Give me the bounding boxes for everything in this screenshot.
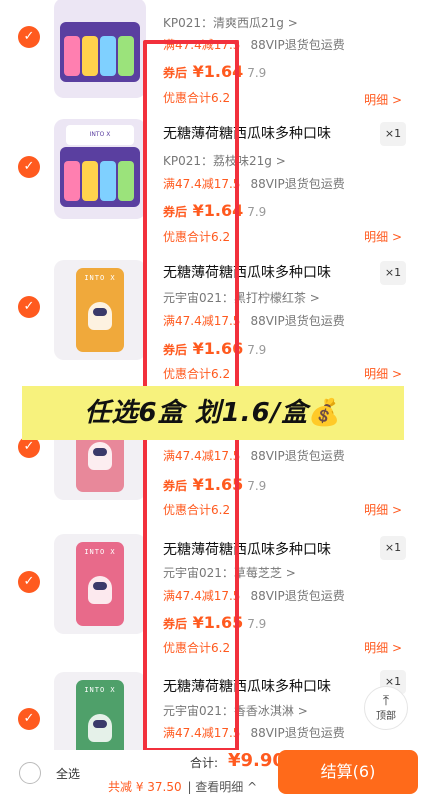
cart-item: ✓ KP021：清爽西瓜21g > 满47.4减17.5 88VIP退货包运费 券… (0, 0, 424, 107)
back-to-top-button[interactable]: ⤒ 顶部 (364, 686, 408, 730)
product-thumbnail[interactable] (54, 0, 146, 98)
checkout-bar: 全选 合计: ¥9.90 共减 ¥ 37.50 | 查看明细 ^ 结算(6) (0, 750, 424, 800)
item-checkbox[interactable]: ✓ (18, 296, 40, 318)
after-coupon-price: 券后 ¥1.64 7.9 (163, 201, 267, 220)
item-title[interactable]: 无糖薄荷糖西瓜味多种口味 (163, 123, 331, 143)
detail-link[interactable]: 明细 > (364, 365, 402, 382)
discount-total: 优惠合计6.2 (163, 230, 231, 244)
item-variant[interactable]: KP021：荔枝味21g > (163, 152, 286, 169)
back-to-top-label: 顶部 (376, 711, 396, 722)
detail-link[interactable]: 明细 > (364, 91, 402, 108)
item-checkbox[interactable]: ✓ (18, 26, 40, 48)
product-thumbnail[interactable]: INTO X (54, 534, 146, 634)
after-coupon-price: 券后 ¥1.64 7.9 (163, 62, 267, 81)
detail-link[interactable]: 明细 > (364, 639, 402, 656)
detail-link[interactable]: 明细 > (364, 501, 402, 518)
product-thumbnail[interactable]: INTO X (54, 119, 146, 219)
cart-item: ✓ INTO X 无糖薄荷糖西瓜味多种口味 ×1 元宇宙021：黑打柠檬红茶 >… (0, 254, 424, 390)
checkout-button[interactable]: 结算(6) (278, 750, 418, 794)
savings-line: 共减 ¥ 37.50 | 查看明细 ^ (108, 778, 257, 795)
discount-total: 优惠合计6.2 (163, 641, 231, 655)
item-variant[interactable]: 元宇宙021：香香冰淇淋 > (163, 702, 308, 719)
detail-link[interactable]: 明细 > (364, 228, 402, 245)
view-detail-link[interactable]: | 查看明细 ^ (187, 780, 257, 794)
promo-banner-text: 任选6盒 划1.6/盒 (84, 398, 309, 428)
promo-line: 满47.4减17.5 88VIP退货包运费 (163, 38, 345, 52)
promo-line: 满47.4减17.5 88VIP退货包运费 (163, 177, 345, 191)
item-variant[interactable]: 元宇宙021：草莓芝芝 > (163, 564, 296, 581)
item-title[interactable]: 无糖薄荷糖西瓜味多种口味 (163, 676, 331, 696)
arrow-up-icon: ⤒ (382, 693, 390, 709)
quantity-badge[interactable]: ×1 (380, 261, 406, 285)
total-label: 合计: (190, 756, 219, 770)
cart-item: ✓ INTO X 无糖薄荷糖西瓜味多种口味 ×1 KP021：荔枝味21g > … (0, 115, 424, 251)
promo-line: 满47.4减17.5 88VIP退货包运费 (163, 589, 345, 603)
after-coupon-price: 券后 ¥1.65 7.9 (163, 475, 267, 494)
item-title[interactable]: 无糖薄荷糖西瓜味多种口味 (163, 539, 331, 559)
discount-total: 优惠合计6.2 (163, 91, 231, 105)
savings-amount: 共减 ¥ 37.50 (108, 780, 182, 794)
money-bag-icon: 💰 (308, 398, 342, 428)
item-checkbox[interactable]: ✓ (18, 571, 40, 593)
after-coupon-price: 券后 ¥1.65 7.9 (163, 613, 267, 632)
product-thumbnail[interactable]: INTO X (54, 260, 146, 360)
item-checkbox[interactable]: ✓ (18, 156, 40, 178)
promo-line: 满47.4减17.5 88VIP退货包运费 (163, 449, 345, 463)
quantity-badge[interactable]: ×1 (380, 536, 406, 560)
select-all-label[interactable]: 全选 (56, 765, 80, 782)
item-checkbox[interactable]: ✓ (18, 708, 40, 730)
promo-line: 满47.4减17.5 88VIP退货包运费 (163, 314, 345, 328)
cart-item: ✓ INTO X 无糖薄荷糖西瓜味多种口味 ×1 元宇宙021：草莓芝芝 > 满… (0, 530, 424, 666)
total-value: ¥9.90 (228, 750, 285, 771)
item-title[interactable]: 无糖薄荷糖西瓜味多种口味 (163, 262, 331, 282)
promo-line: 满47.4减17.5 88VIP退货包运费 (163, 726, 345, 740)
discount-total: 优惠合计6.2 (163, 367, 231, 381)
promo-banner: 任选6盒 划1.6/盒💰 (22, 386, 404, 440)
item-variant[interactable]: 元宇宙021：黑打柠檬红茶 > (163, 289, 320, 306)
select-all-radio[interactable] (19, 762, 41, 784)
after-coupon-price: 券后 ¥1.66 7.9 (163, 339, 267, 358)
quantity-badge[interactable]: ×1 (380, 122, 406, 146)
discount-total: 优惠合计6.2 (163, 503, 231, 517)
item-variant[interactable]: KP021：清爽西瓜21g > (163, 14, 298, 31)
